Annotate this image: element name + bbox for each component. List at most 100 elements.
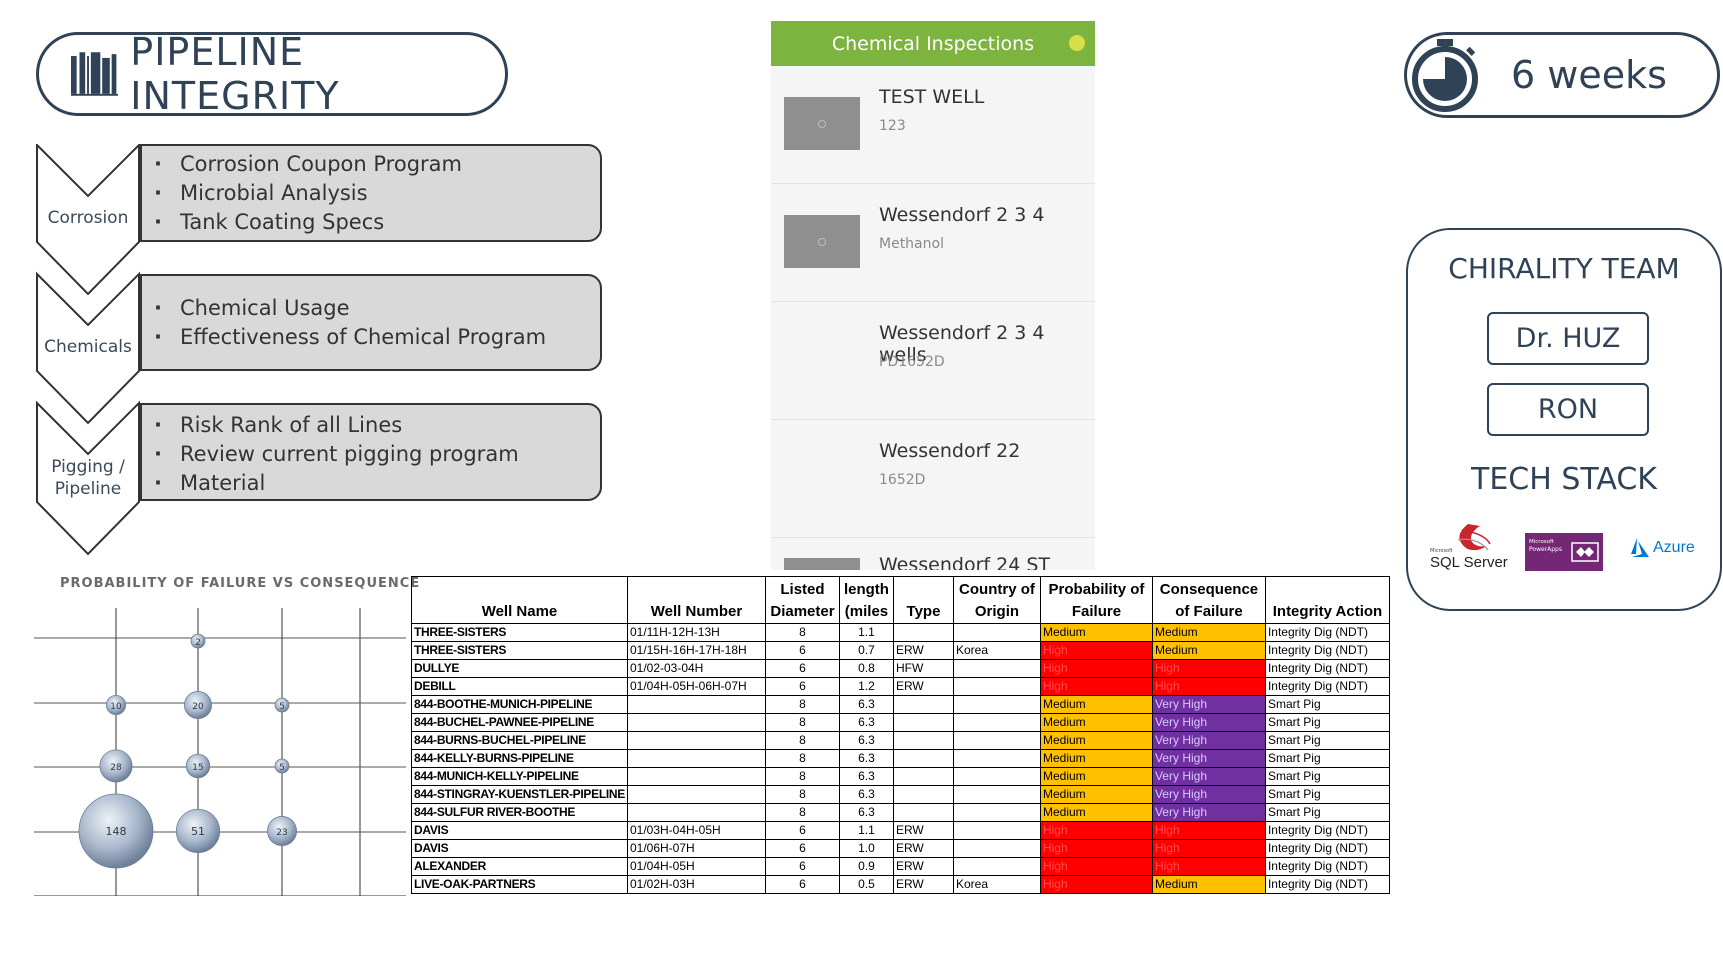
chart-marks: 2 10 20 5 28 15 5 148 51 23 <box>78 633 297 869</box>
table-cell: 6.3 <box>838 785 894 804</box>
list-item[interactable]: TEST WELL 123 <box>771 66 1095 184</box>
item-subtitle: PD1652D <box>879 354 945 370</box>
list-item[interactable]: Wessendorf 2 3 4 wells PD1652D <box>771 302 1095 420</box>
table-cell: Integrity Dig (NDT) <box>1264 677 1390 696</box>
corrosion-box: Corrosion Coupon Program Microbial Analy… <box>140 144 602 242</box>
category-label-corrosion: Corrosion <box>47 208 129 228</box>
table-cell: 844-BUCHEL-PAWNEE-PIPELINE <box>411 713 628 732</box>
table-cell: 0.8 <box>838 659 894 678</box>
table-cell: 6 <box>764 677 840 696</box>
app-header: Chemical Inspections <box>771 21 1095 66</box>
chart-title: PROBABILITY OF FAILURE VS CONSEQUENCE <box>60 576 421 591</box>
table-cell: 0.5 <box>838 875 894 894</box>
table-cell: High <box>1039 875 1153 894</box>
table-cell: Medium <box>1039 749 1153 768</box>
table-cell: 844-BOOTHE-MUNICH-PIPELINE <box>411 695 628 714</box>
table-cell: Korea <box>952 641 1041 660</box>
chemical-inspections-app: Chemical Inspections TEST WELL 123 Wesse… <box>771 21 1095 570</box>
table-cell: 1.2 <box>838 677 894 696</box>
table-cell: 6 <box>764 641 840 660</box>
table-cell: 01/04H-05H <box>626 857 766 876</box>
table-cell: ERW <box>892 821 954 840</box>
list-item[interactable]: Wessendorf 2 3 4 Methanol <box>771 184 1095 302</box>
item-name: Wessendorf 2 3 4 <box>879 204 1045 226</box>
table-cell: Integrity Dig (NDT) <box>1264 857 1390 876</box>
table-cell: Medium <box>1039 713 1153 732</box>
table-cell: 6 <box>764 821 840 840</box>
list-item[interactable]: Wessendorf 24 ST <box>771 538 1095 570</box>
add-icon[interactable] <box>1069 35 1085 51</box>
table-cell <box>892 803 954 822</box>
table-cell: High <box>1039 677 1153 696</box>
azure-logo: Azure <box>1628 538 1695 558</box>
table-cell: Very High <box>1151 785 1266 804</box>
list-item: Tank Coating Specs <box>154 208 600 237</box>
table-cell: High <box>1151 821 1266 840</box>
stopwatch-icon <box>1412 39 1478 112</box>
table-cell: 844-SULFUR RIVER-BOOTHE <box>411 803 628 822</box>
bubble-point: 2 <box>190 633 206 649</box>
bubble-point: 23 <box>267 816 297 846</box>
azure-label: Azure <box>1653 539 1695 556</box>
table-cell: 01/04H-05H-06H-07H <box>626 677 766 696</box>
table-row: 844-KELLY-BURNS-PIPELINE 8 6.3 Medium Very H… <box>411 749 1390 768</box>
table-cell <box>626 713 766 732</box>
pipeline-risk-table: Well Name Well Number Listed Diameter le… <box>411 576 1390 894</box>
table-cell: Integrity Dig (NDT) <box>1264 659 1390 678</box>
table-row: 844-BUCHEL-PAWNEE-PIPELINE 8 6.3 Medium Very… <box>411 713 1390 732</box>
table-row: THREE-SISTERS 01/11H-12H-13H 8 1.1 Medium Med… <box>411 623 1390 642</box>
tech-stack-title: TECH STACK <box>1471 462 1657 497</box>
sql-server-logo: Microsoft SQL Server <box>1428 522 1508 578</box>
table-cell <box>626 731 766 750</box>
table-cell: THREE-SISTERS <box>411 623 628 642</box>
bubble-point: 28 <box>99 749 133 783</box>
image-placeholder-icon <box>784 97 860 150</box>
item-name: Wessendorf 22 <box>879 440 1021 462</box>
table-cell: High <box>1039 821 1153 840</box>
duration-pill: 6 weeks <box>1404 32 1720 118</box>
item-subtitle: 123 <box>879 118 906 134</box>
books-icon <box>71 52 119 96</box>
table-cell <box>952 677 1041 696</box>
table-cell <box>952 785 1041 804</box>
list-item: Corrosion Coupon Program <box>154 150 600 179</box>
table-cell: Medium <box>1151 623 1266 642</box>
table-cell <box>952 803 1041 822</box>
pigging-list: Risk Rank of all Lines Review current pi… <box>154 411 600 498</box>
bubble-label: 5 <box>279 763 285 773</box>
table-cell: 8 <box>764 749 840 768</box>
list-item: Risk Rank of all Lines <box>154 411 600 440</box>
column-header: Probability of Failure <box>1039 576 1153 624</box>
table-body: THREE-SISTERS 01/11H-12H-13H 8 1.1 Medium Med… <box>411 623 1390 894</box>
table-cell <box>626 695 766 714</box>
list-item: Chemical Usage <box>154 294 600 323</box>
pigging-box: Risk Rank of all Lines Review current pi… <box>140 403 602 501</box>
table-cell: 01/02-03-04H <box>626 659 766 678</box>
table-cell: Medium <box>1039 695 1153 714</box>
powerapps-icon <box>1571 542 1599 562</box>
table-cell <box>952 857 1041 876</box>
bubble-label: 23 <box>276 828 287 838</box>
list-item[interactable]: Wessendorf 22 1652D <box>771 420 1095 538</box>
bubble-label: 51 <box>191 825 205 838</box>
table-cell: 8 <box>764 623 840 642</box>
category-label-pigging: Pigging / Pipeline <box>51 457 125 499</box>
table-cell: 6.3 <box>838 767 894 786</box>
bubble-point: 10 <box>105 694 127 716</box>
table-cell: Integrity Dig (NDT) <box>1264 641 1390 660</box>
table-cell: Smart Pig <box>1264 749 1390 768</box>
table-cell: 0.7 <box>838 641 894 660</box>
table-cell: 6.3 <box>838 695 894 714</box>
table-cell: 1.0 <box>838 839 894 858</box>
table-cell <box>892 767 954 786</box>
bubble-label: 2 <box>195 638 201 648</box>
table-cell <box>626 767 766 786</box>
table-cell <box>892 785 954 804</box>
duration-text: 6 weeks <box>1511 53 1667 97</box>
image-placeholder-icon <box>784 215 860 268</box>
table-cell: Smart Pig <box>1264 713 1390 732</box>
app-title: Chemical Inspections <box>831 32 1035 55</box>
table-cell: 01/02H-03H <box>626 875 766 894</box>
table-cell: ERW <box>892 641 954 660</box>
table-cell: Integrity Dig (NDT) <box>1264 875 1390 894</box>
